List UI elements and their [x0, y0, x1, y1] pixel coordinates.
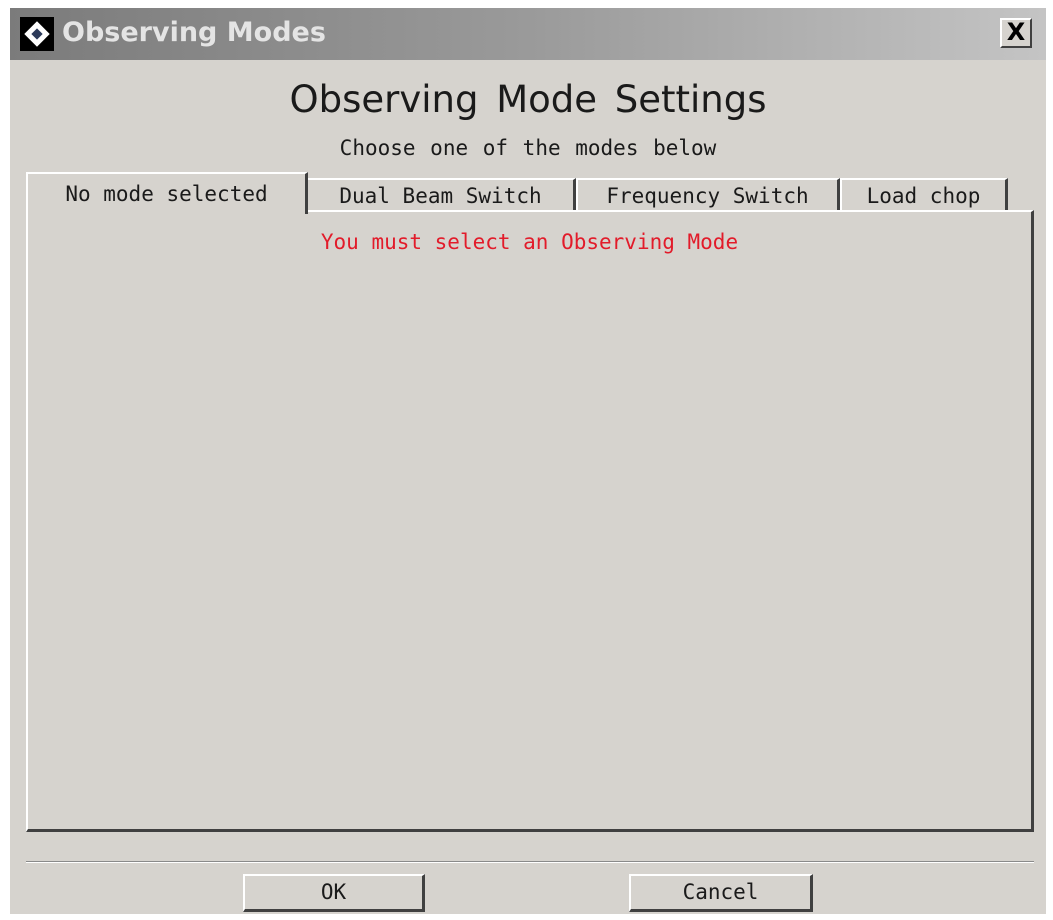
observing-modes-window: Observing Modes X Observing Mode Setting… — [10, 8, 1046, 914]
title-bar[interactable]: Observing Modes X — [10, 8, 1046, 60]
tab-label: Dual Beam Switch — [339, 184, 542, 208]
ok-button-label: OK — [320, 880, 347, 904]
tab-no-mode-selected[interactable]: No mode selected — [26, 172, 308, 214]
close-icon: X — [1006, 18, 1026, 46]
app-logo-icon — [20, 17, 54, 51]
dialog-heading: Observing Mode Settings — [289, 78, 767, 121]
tab-label: Load chop — [866, 184, 981, 208]
tab-load-chop[interactable]: Load chop — [840, 178, 1008, 212]
tab-dual-beam-switch[interactable]: Dual Beam Switch — [306, 178, 576, 212]
cancel-button-label: Cancel — [682, 880, 759, 904]
dialog-subheading: Choose one of the modes below — [339, 136, 717, 160]
close-button[interactable]: X — [1000, 18, 1032, 48]
tab-label: No mode selected — [65, 182, 268, 206]
warning-message: You must select an Observing Mode — [320, 230, 739, 254]
cancel-button[interactable]: Cancel — [629, 874, 813, 912]
ok-button[interactable]: OK — [243, 874, 425, 912]
tab-label: Frequency Switch — [606, 184, 809, 208]
tab-content-panel: You must select an Observing Mode — [26, 210, 1034, 832]
tab-frequency-switch[interactable]: Frequency Switch — [576, 178, 840, 212]
separator-line — [26, 861, 1034, 863]
window-title: Observing Modes — [62, 17, 326, 48]
